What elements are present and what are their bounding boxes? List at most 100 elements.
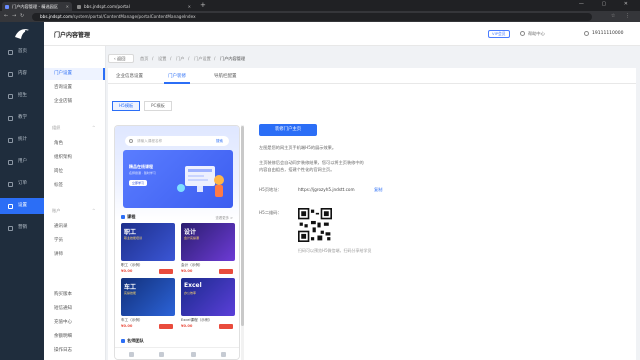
browser-tab[interactable]: bbs.jndspt.com/portal ✕ [74, 2, 194, 11]
sub-item-version[interactable]: 购买版本 [44, 289, 105, 301]
url-host: bbs.jndspt.com [40, 13, 73, 19]
course-icon [159, 352, 164, 357]
search-icon [129, 139, 133, 143]
h5-preview: 请输入课程名称 搜索 精品在线课程 名师授课 · 随时学习 立即学习 课程 查看… [114, 125, 240, 360]
nav-settings[interactable]: 设置 [0, 198, 44, 214]
sub-item-teachers[interactable]: 讲师 [44, 249, 105, 261]
home-icon [8, 49, 13, 55]
sub-item-post[interactable]: 岗位 [44, 166, 105, 178]
course-card: 设计 会计实操课 [181, 223, 235, 261]
crumb-sep: / [188, 56, 190, 61]
crumb-sep: / [214, 56, 216, 61]
close-icon[interactable]: ✕ [66, 2, 69, 11]
forward-arrow-icon[interactable]: → [12, 13, 16, 19]
vip-badge[interactable]: VIP会员 [488, 30, 510, 38]
sub-item-roles[interactable]: 角色 [44, 138, 105, 150]
qr-tip: 扫码可以预览H5微信端，扫码分享给学员 [298, 248, 372, 253]
stats-icon [8, 137, 13, 143]
crumb[interactable]: 设置 [158, 56, 166, 62]
back-arrow-icon[interactable]: ← [4, 13, 8, 19]
sub-item-tags[interactable]: 标签 [44, 180, 105, 192]
nav-content[interactable]: 内容 [0, 66, 44, 82]
nav-stats[interactable]: 统计 [0, 132, 44, 148]
secondary-sidebar: 门户设置 咨询设置 企业店铺 组织 ^ 角色 组织架构 岗位 标签 账户 ^ 通讯录… [44, 22, 106, 360]
close-icon[interactable]: ✕ [188, 2, 191, 11]
group-title[interactable]: 组织 ^ [52, 125, 96, 131]
crumb-sep: / [152, 56, 154, 61]
sub-item-consult[interactable]: 咨询设置 [44, 82, 105, 94]
nav-orders[interactable]: 订单 [0, 176, 44, 192]
order-icon [8, 181, 13, 187]
sub-item-logs[interactable]: 操作日志 [44, 345, 105, 357]
user-phone[interactable]: 19111110000 [592, 31, 624, 36]
h5-url-label: H5页地址： [259, 187, 282, 192]
nav-home[interactable]: 首页 [0, 44, 44, 60]
tab-portal-decor[interactable]: 门户装修 [168, 73, 186, 79]
course-cover-title: Excel [184, 282, 202, 289]
section-dot-icon [121, 339, 125, 343]
course-price: ¥0.00 [181, 269, 193, 273]
help-link[interactable]: 帮助中心 [528, 31, 545, 37]
crumb-sep: / [170, 56, 172, 61]
crumb[interactable]: 门户设置 [194, 56, 211, 62]
crumb[interactable]: 首页 [140, 56, 148, 62]
sub-item-shop[interactable]: 企业店铺 [44, 96, 105, 108]
search-button: 搜索 [215, 139, 223, 143]
course-cover-title: 职工 [124, 229, 137, 236]
sub-item-students[interactable]: 学员 [44, 235, 105, 247]
sub-item-portal-settings[interactable]: 门户设置 [44, 68, 105, 80]
tab-company-info[interactable]: 企业信息设置 [116, 73, 143, 79]
profile-icon[interactable]: ☆ ⋮ [611, 13, 634, 19]
browser-tab-active[interactable]: 门户内容管理 - 精选园区 ✕ [2, 2, 72, 11]
copy-link[interactable]: 复制 [374, 187, 382, 193]
user-icon [221, 352, 226, 357]
window-controls[interactable]: — ▢ ✕ [579, 1, 636, 7]
nav-enroll[interactable]: 招生 [0, 88, 44, 104]
reload-icon[interactable]: ↻ [20, 13, 24, 19]
logo-icon [15, 29, 29, 39]
course-cover-sub: 实操技能 [124, 291, 137, 295]
segment-h5[interactable]: H5模板 [112, 101, 141, 111]
sub-item-contacts[interactable]: 通讯录 [44, 221, 105, 233]
banner-illustration-icon [177, 166, 224, 197]
group-label: 账户 [52, 208, 61, 213]
preview-scroll-thumb[interactable] [241, 126, 244, 326]
sub-item-balance[interactable]: 余额明细 [44, 331, 105, 343]
crumb-current: 门户内容管理 [220, 56, 246, 61]
nav-label: 营销 [18, 225, 27, 230]
nav-label: 设置 [18, 203, 27, 208]
enroll-icon [8, 93, 13, 99]
segment-pc[interactable]: PC模板 [144, 101, 172, 111]
tab-nav-config[interactable]: 导航栏配置 [214, 73, 237, 79]
page-title: 门户内容管理 [54, 32, 91, 39]
section-label: 课程 [127, 214, 136, 219]
sub-item-sms[interactable]: 短信通知 [44, 303, 105, 315]
nav-marketing[interactable]: 营销 [0, 220, 44, 236]
nav-label: 首页 [18, 49, 27, 54]
marketing-icon [8, 225, 13, 231]
crumb[interactable]: 门户 [176, 56, 184, 62]
url-input[interactable]: bbs.jndspt.com/system/portal/ContentMana… [32, 12, 592, 21]
qr-code-icon [298, 208, 332, 242]
nav-label: 用户 [18, 159, 27, 164]
avatar[interactable] [584, 31, 589, 36]
main-panel: 企业信息设置 门户装修 导航栏配置 H5模板 PC模板 请输入课程名称 搜索 精… [108, 68, 636, 360]
new-tab-icon[interactable]: + [200, 1, 206, 9]
course-card: 职工 职业技能培训 [121, 223, 175, 261]
back-button[interactable]: ‹ 返回 [108, 54, 134, 63]
nav-users[interactable]: 用户 [0, 154, 44, 170]
course-name: 车工（示例） [121, 318, 143, 322]
course-cover-sub: 职业技能培训 [124, 236, 143, 240]
section-title: 课程 [121, 214, 135, 220]
nav-label: 统计 [18, 137, 27, 142]
group-title[interactable]: 账户 ^ [52, 208, 96, 214]
decorate-portal-button[interactable]: 装修门户主页 [259, 124, 317, 136]
chevron-up-icon: ^ [92, 208, 96, 213]
sub-item-recharge[interactable]: 充值中心 [44, 317, 105, 329]
banner-button: 立即学习 [129, 180, 148, 186]
course-cover-title: 车工 [124, 284, 137, 291]
sub-item-org[interactable]: 组织架构 [44, 152, 105, 164]
favicon-icon [77, 4, 81, 9]
buy-button [219, 269, 233, 274]
nav-teaching[interactable]: 教学 [0, 110, 44, 126]
